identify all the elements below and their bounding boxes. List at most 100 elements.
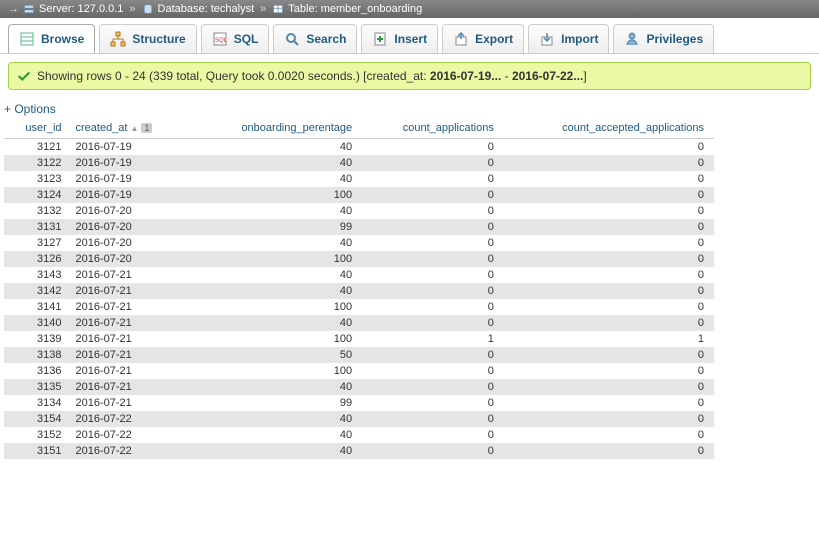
breadcrumb: → Server: 127.0.0.1 » Database: techalys… [0, 0, 819, 18]
cell-created_at: 2016-07-21 [72, 363, 195, 379]
table-row[interactable]: 31212016-07-194000 [4, 139, 714, 156]
cell-created_at: 2016-07-21 [72, 283, 195, 299]
breadcrumb-database[interactable]: Database: techalyst [158, 3, 255, 15]
cell-onboarding_perentage: 100 [194, 251, 362, 267]
cell-user_id: 3121 [4, 139, 72, 156]
table-label: Table: [288, 3, 317, 15]
table-row[interactable]: 31402016-07-214000 [4, 315, 714, 331]
col-header-count_applications[interactable]: count_applications [362, 118, 504, 139]
msg-range-end: 2016-07-22... [512, 69, 583, 83]
tab-label: Insert [394, 32, 427, 46]
cell-count_applications: 0 [362, 315, 504, 331]
tab-label: Search [306, 32, 346, 46]
options-link[interactable]: + Options [4, 102, 56, 116]
tab-sql[interactable]: SQL SQL [201, 24, 270, 53]
cell-created_at: 2016-07-19 [72, 187, 195, 203]
cell-onboarding_perentage: 40 [194, 315, 362, 331]
col-header-count_accepted_applications[interactable]: count_accepted_applications [504, 118, 714, 139]
table-row[interactable]: 31422016-07-214000 [4, 283, 714, 299]
tab-insert[interactable]: Insert [361, 24, 438, 53]
col-header-user_id[interactable]: user_id [4, 118, 72, 139]
table-row[interactable]: 31382016-07-215000 [4, 347, 714, 363]
cell-onboarding_perentage: 40 [194, 203, 362, 219]
tab-label: SQL [234, 32, 259, 46]
table-row[interactable]: 31272016-07-204000 [4, 235, 714, 251]
tab-search[interactable]: Search [273, 24, 357, 53]
col-label: onboarding_perentage [241, 122, 352, 134]
table-value: member_onboarding [321, 3, 423, 15]
table-row[interactable]: 31392016-07-2110011 [4, 331, 714, 347]
table-row[interactable]: 31232016-07-194000 [4, 171, 714, 187]
table-row[interactable]: 31342016-07-219900 [4, 395, 714, 411]
search-icon [284, 31, 300, 47]
cell-onboarding_perentage: 40 [194, 411, 362, 427]
cell-created_at: 2016-07-19 [72, 139, 195, 156]
tab-privileges[interactable]: Privileges [613, 24, 714, 53]
tab-export[interactable]: Export [442, 24, 524, 53]
cell-count_accepted_applications: 0 [504, 155, 714, 171]
cell-count_applications: 0 [362, 363, 504, 379]
table-row[interactable]: 31312016-07-209900 [4, 219, 714, 235]
cell-created_at: 2016-07-22 [72, 427, 195, 443]
table-row[interactable]: 31512016-07-224000 [4, 443, 714, 459]
cell-user_id: 3141 [4, 299, 72, 315]
col-header-created_at[interactable]: created_at ▲ 1 [72, 118, 195, 139]
cell-onboarding_perentage: 40 [194, 235, 362, 251]
msg-mid: - [501, 69, 512, 83]
cell-count_applications: 0 [362, 171, 504, 187]
sort-index-badge: 1 [141, 123, 152, 133]
db-label: Database: [158, 3, 208, 15]
cell-count_accepted_applications: 0 [504, 443, 714, 459]
cell-created_at: 2016-07-22 [72, 443, 195, 459]
cell-created_at: 2016-07-21 [72, 347, 195, 363]
table-row[interactable]: 31222016-07-194000 [4, 155, 714, 171]
cell-onboarding_perentage: 100 [194, 363, 362, 379]
cell-created_at: 2016-07-22 [72, 411, 195, 427]
cell-user_id: 3122 [4, 155, 72, 171]
cell-count_accepted_applications: 0 [504, 283, 714, 299]
table-row[interactable]: 31352016-07-214000 [4, 379, 714, 395]
table-row[interactable]: 31432016-07-214000 [4, 267, 714, 283]
cell-onboarding_perentage: 99 [194, 219, 362, 235]
tab-label: Browse [41, 32, 84, 46]
cell-count_applications: 0 [362, 203, 504, 219]
tab-label: Structure [132, 32, 185, 46]
cell-count_applications: 0 [362, 139, 504, 156]
cell-count_applications: 0 [362, 443, 504, 459]
cell-created_at: 2016-07-21 [72, 379, 195, 395]
cell-count_accepted_applications: 0 [504, 219, 714, 235]
cell-user_id: 3135 [4, 379, 72, 395]
cell-user_id: 3126 [4, 251, 72, 267]
tab-label: Export [475, 32, 513, 46]
col-header-onboarding_perentage[interactable]: onboarding_perentage [194, 118, 362, 139]
tab-structure[interactable]: Structure [99, 24, 196, 53]
table-row[interactable]: 31542016-07-224000 [4, 411, 714, 427]
cell-count_applications: 0 [362, 299, 504, 315]
col-label: count_accepted_applications [562, 122, 704, 134]
cell-count_applications: 1 [362, 331, 504, 347]
cell-created_at: 2016-07-19 [72, 171, 195, 187]
cell-count_applications: 0 [362, 155, 504, 171]
table-row[interactable]: 31362016-07-2110000 [4, 363, 714, 379]
tab-import[interactable]: Import [528, 24, 609, 53]
breadcrumb-table[interactable]: Table: member_onboarding [288, 3, 422, 15]
cell-user_id: 3132 [4, 203, 72, 219]
cell-onboarding_perentage: 40 [194, 171, 362, 187]
cell-created_at: 2016-07-21 [72, 315, 195, 331]
table-row[interactable]: 31522016-07-224000 [4, 427, 714, 443]
cell-count_accepted_applications: 1 [504, 331, 714, 347]
table-row[interactable]: 31242016-07-1910000 [4, 187, 714, 203]
cell-onboarding_perentage: 40 [194, 443, 362, 459]
svg-text:SQL: SQL [215, 38, 228, 44]
table-row[interactable]: 31262016-07-2010000 [4, 251, 714, 267]
col-label: created_at [76, 122, 128, 134]
cell-count_accepted_applications: 0 [504, 203, 714, 219]
structure-icon [110, 31, 126, 47]
cell-count_applications: 0 [362, 187, 504, 203]
server-label: Server: [39, 3, 74, 15]
tab-browse[interactable]: Browse [8, 24, 95, 53]
table-row[interactable]: 31412016-07-2110000 [4, 299, 714, 315]
breadcrumb-server[interactable]: Server: 127.0.0.1 [39, 3, 123, 15]
table-row[interactable]: 31322016-07-204000 [4, 203, 714, 219]
cell-count_applications: 0 [362, 283, 504, 299]
